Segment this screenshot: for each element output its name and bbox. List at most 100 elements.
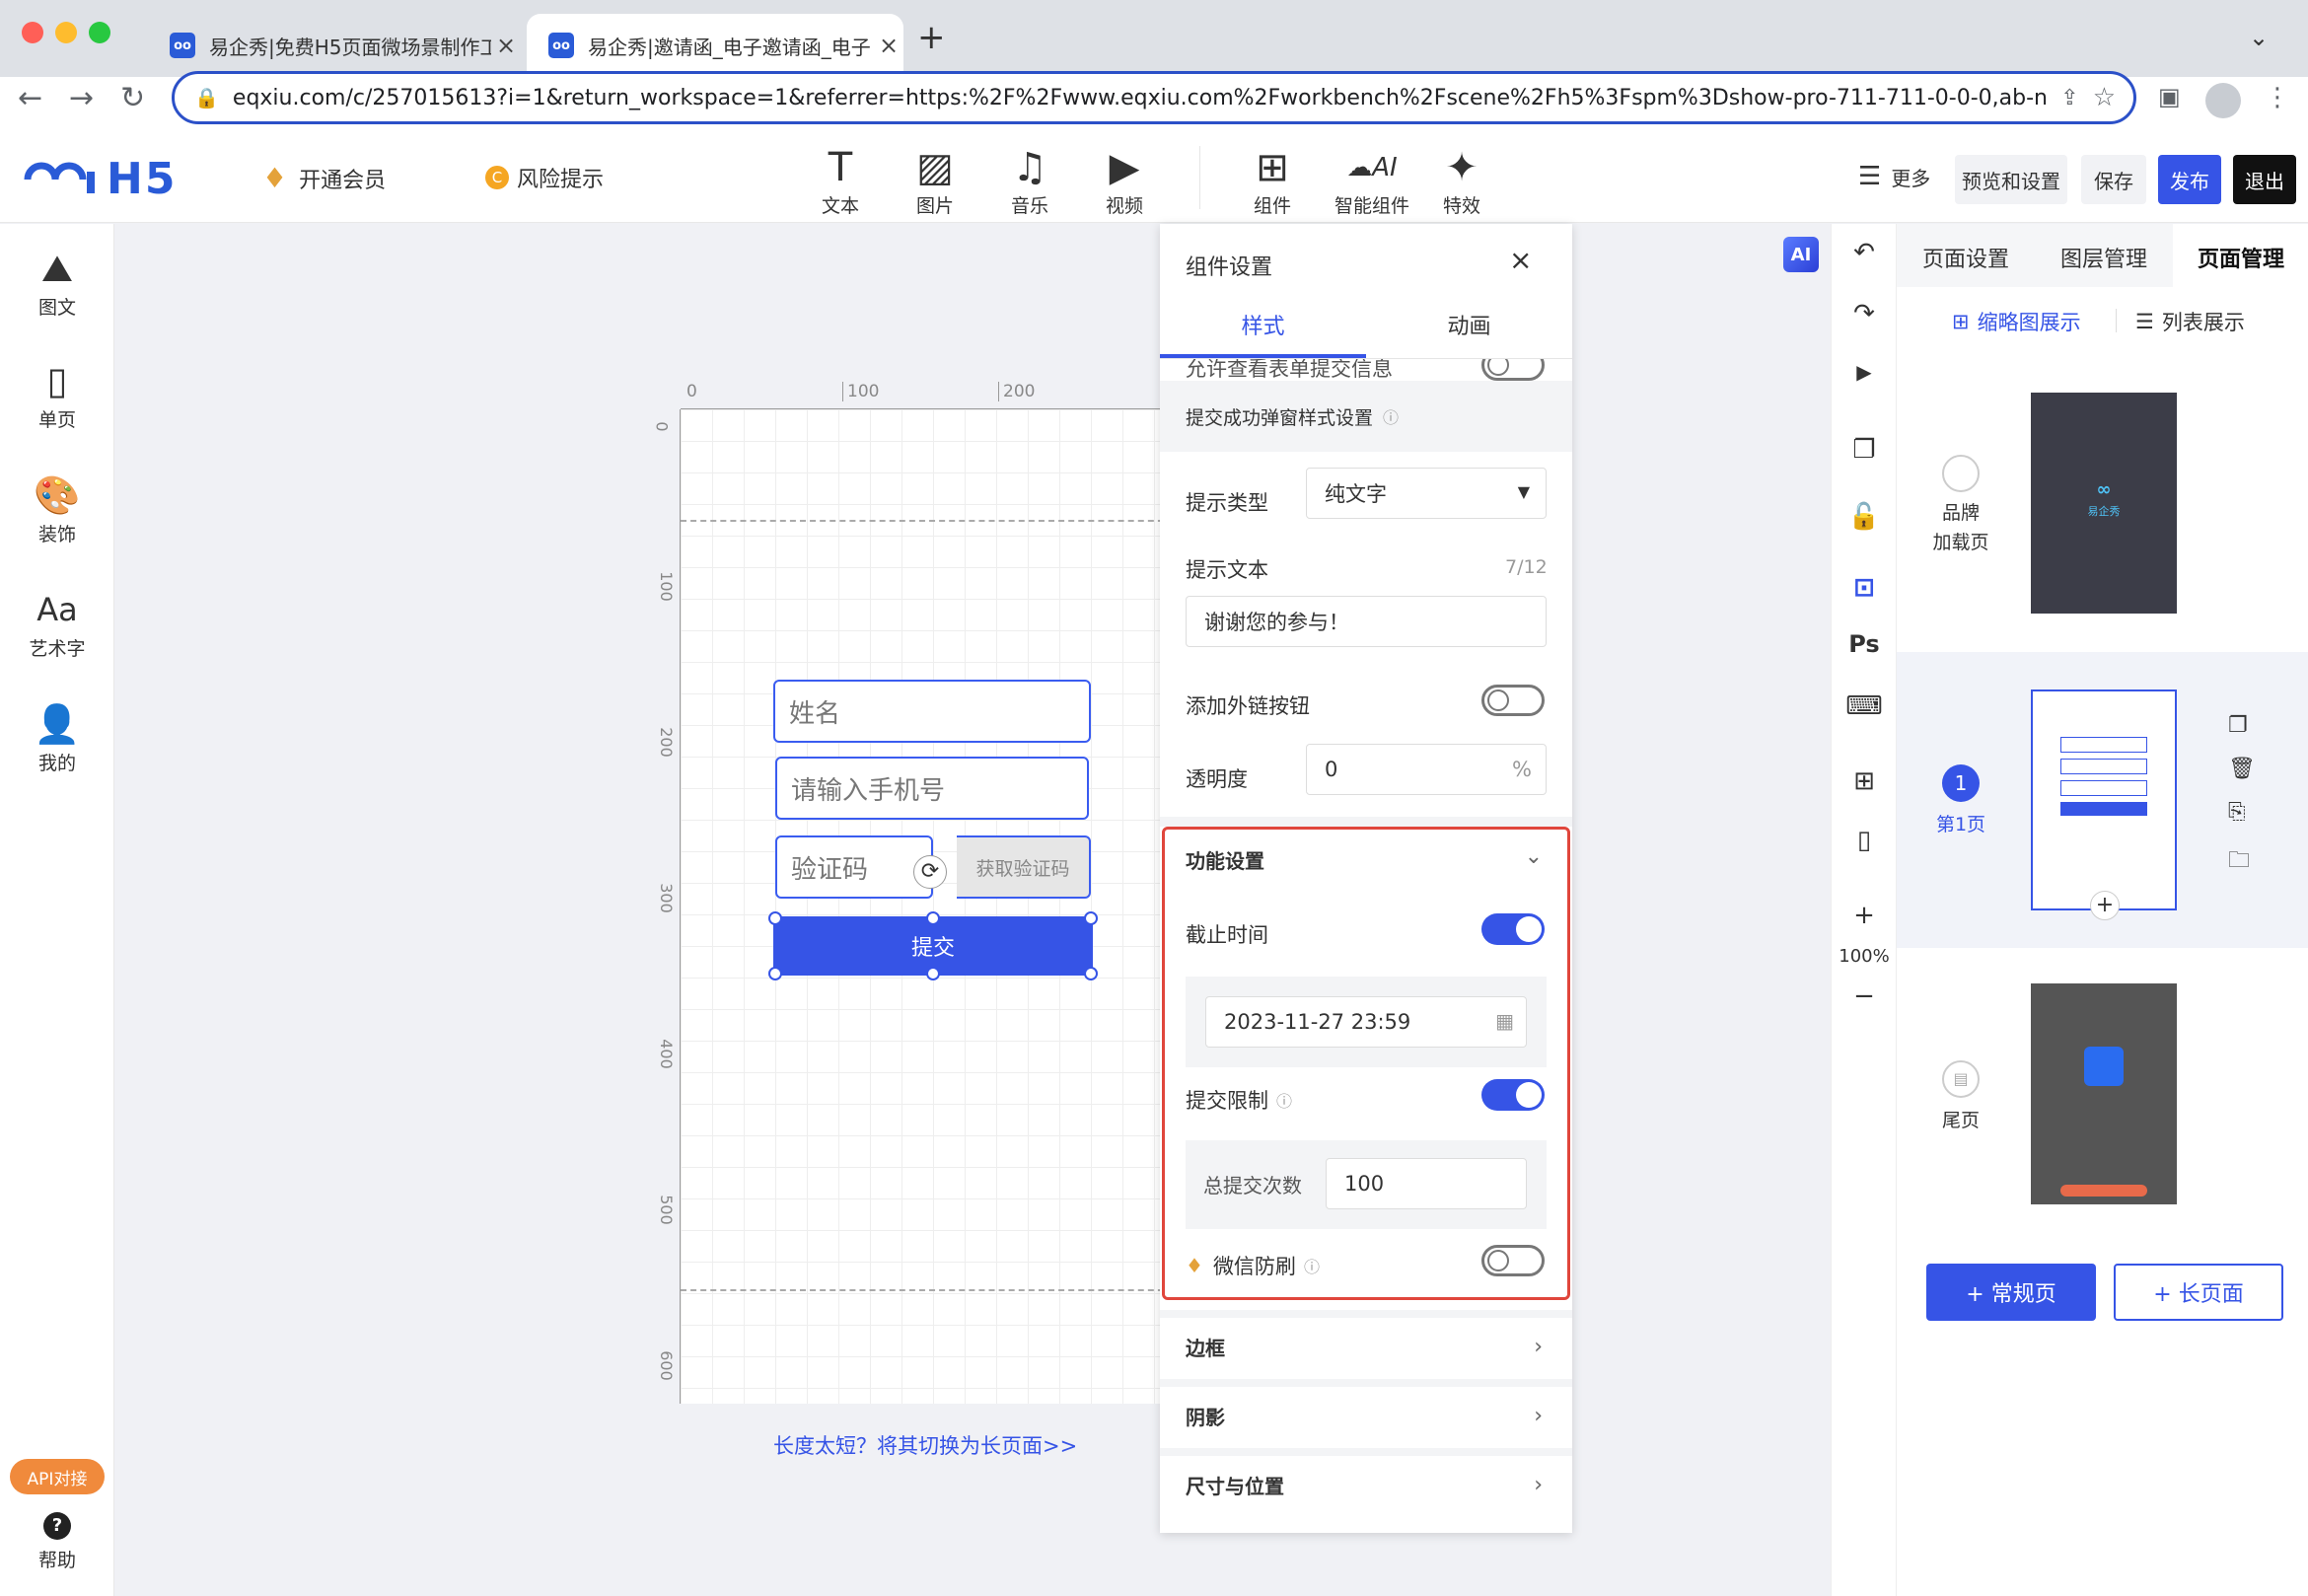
hint-text-count: 7/12: [1505, 556, 1548, 578]
forward-icon[interactable]: →: [69, 81, 94, 115]
api-button[interactable]: API对接: [10, 1459, 105, 1494]
folder-icon[interactable]: 🗀: [2228, 843, 2250, 881]
refresh-icon[interactable]: ⟳: [913, 855, 947, 889]
more-button[interactable]: ☰ 更多: [1858, 162, 1930, 191]
redo-icon[interactable]: ↷: [1832, 299, 1897, 328]
exit-button[interactable]: 退出: [2233, 155, 2296, 204]
size-position-section[interactable]: 尺寸与位置 ›: [1160, 1448, 1572, 1513]
sidebar-item-decoration[interactable]: 🎨 装饰: [0, 471, 114, 546]
profile-avatar-icon[interactable]: [2205, 83, 2241, 118]
hint-type-select[interactable]: 纯文字 ▼: [1306, 468, 1547, 519]
review-icon[interactable]: ⊡: [1832, 573, 1897, 603]
hint-text-input[interactable]: 谢谢您的参与！: [1186, 596, 1547, 647]
logo[interactable]: H5: [22, 154, 177, 204]
maximize-window-button[interactable]: [89, 22, 110, 43]
close-tab-icon[interactable]: ×: [874, 32, 903, 59]
publish-button[interactable]: 发布: [2158, 155, 2221, 204]
end-page-thumbnail[interactable]: [2031, 983, 2177, 1204]
submit-button[interactable]: 提交: [773, 916, 1093, 976]
risk-tip-button[interactable]: C 风险提示: [485, 162, 604, 193]
close-icon[interactable]: ×: [1509, 244, 1532, 276]
ext-link-toggle[interactable]: [1481, 685, 1545, 716]
tab-page-management[interactable]: 页面管理: [2173, 224, 2308, 287]
delete-page-icon[interactable]: 🗑: [2228, 757, 2256, 781]
preview-settings-button[interactable]: 预览和设置: [1955, 155, 2067, 204]
browser-tab-1[interactable]: oo 易企秀|免费H5页面微场景制作工 ×: [148, 14, 521, 77]
tab-page-settings[interactable]: 页面设置: [1897, 242, 2035, 273]
sidebar-item-image-text[interactable]: ⛰ 图文: [0, 244, 114, 320]
tool-music[interactable]: ♫ 音乐: [990, 146, 1069, 218]
resize-handle[interactable]: [1084, 967, 1098, 980]
resize-handle[interactable]: [768, 967, 782, 980]
tool-video[interactable]: ▶ 视频: [1085, 146, 1164, 218]
sidebar-item-mine[interactable]: 👤 我的: [0, 699, 114, 775]
list-view-label: 列表展示: [2161, 311, 2245, 334]
photoshop-icon[interactable]: Ps: [1832, 630, 1897, 658]
shadow-section[interactable]: 阴影 ›: [1160, 1379, 1572, 1444]
sidebar-item-single-page[interactable]: ▯ 单页: [0, 356, 114, 432]
close-window-button[interactable]: [22, 22, 43, 43]
tab-animation[interactable]: 动画: [1366, 309, 1572, 340]
resize-handle[interactable]: [926, 911, 940, 925]
border-section[interactable]: 边框 ›: [1160, 1310, 1572, 1375]
omnibox[interactable]: 🔒 eqxiu.com/c/257015613?i=1&return_works…: [172, 71, 2136, 124]
tab-search-chevron-icon[interactable]: ⌄: [2249, 24, 2269, 51]
tool-component[interactable]: ⊞ 组件: [1233, 146, 1312, 218]
sidebar-toggle-icon[interactable]: ▣: [2158, 83, 2181, 110]
duplicate-page-icon[interactable]: ❐: [2228, 713, 2248, 738]
switch-long-page-link[interactable]: 长度太短？将其切换为长页面>>: [773, 1430, 1077, 1460]
resize-handle[interactable]: [926, 967, 940, 980]
phone-input[interactable]: 请输入手机号: [775, 757, 1089, 820]
tool-effects[interactable]: ✦ 特效: [1422, 146, 1501, 218]
share-icon[interactable]: ⇪: [2060, 86, 2078, 110]
tool-image[interactable]: ▨ 图片: [896, 146, 974, 218]
allow-view-toggle[interactable]: [1481, 359, 1545, 381]
browser-menu-icon[interactable]: ⋮: [2265, 83, 2290, 112]
help-icon: ?: [43, 1512, 71, 1540]
thumbnail-view-toggle[interactable]: ⊞ 缩略图展示: [1952, 307, 2081, 336]
zoom-out-icon[interactable]: −: [1832, 981, 1897, 1011]
undo-icon[interactable]: ↶: [1832, 238, 1897, 267]
grid-icon[interactable]: ⊞: [1832, 766, 1897, 796]
sidebar-item-art-text[interactable]: Aa 艺术字: [0, 585, 114, 661]
keyboard-icon[interactable]: ⌨: [1832, 691, 1897, 721]
url-text[interactable]: eqxiu.com/c/257015613?i=1&return_workspa…: [233, 86, 2047, 110]
tab-layer-management[interactable]: 图层管理: [2035, 242, 2173, 273]
close-tab-icon[interactable]: ×: [491, 32, 521, 59]
back-icon[interactable]: ←: [18, 81, 42, 115]
add-long-page-button[interactable]: + 长页面: [2114, 1264, 2283, 1321]
vip-button[interactable]: ♦ 开通会员: [262, 162, 386, 194]
add-normal-page-button[interactable]: + 常规页: [1926, 1264, 2096, 1321]
resize-handle[interactable]: [768, 911, 782, 925]
unlock-icon[interactable]: 🔓: [1832, 502, 1897, 532]
minimize-window-button[interactable]: [55, 22, 77, 43]
copy-icon[interactable]: ❐: [1832, 435, 1897, 465]
save-button[interactable]: 保存: [2081, 155, 2146, 204]
resize-handle[interactable]: [1084, 911, 1098, 925]
ai-assistant-button[interactable]: AI: [1783, 237, 1819, 272]
code-input[interactable]: 验证码: [775, 835, 933, 899]
reload-icon[interactable]: ↻: [120, 81, 145, 115]
get-code-button[interactable]: 获取验证码: [957, 835, 1091, 899]
panel-scroll-area[interactable]: 允许查看表单提交信息 提交成功弹窗样式设置 ⓘ 提示类型 纯文字 ▼ 提示文本 …: [1160, 359, 1572, 1533]
browser-tab-2[interactable]: oo 易企秀|邀请函_电子邀请函_电子 ×: [527, 14, 903, 77]
list-view-toggle[interactable]: ☰ 列表展示: [2135, 307, 2245, 336]
page-1-thumbnail[interactable]: [2031, 689, 2177, 910]
mobile-preview-icon[interactable]: ▯: [1832, 826, 1897, 855]
page-canvas[interactable]: 姓名 请输入手机号 验证码 ⟳ 获取验证码 提交: [681, 409, 1174, 1404]
tab-style[interactable]: 样式: [1160, 309, 1366, 340]
tool-text[interactable]: T 文本: [801, 146, 880, 218]
view-divider: [2116, 309, 2117, 332]
name-input[interactable]: 姓名: [773, 680, 1091, 743]
add-page-after-icon[interactable]: +: [2090, 891, 2120, 920]
ruler-label: 100: [656, 571, 676, 602]
tool-ai-component[interactable]: ☁AI 智能组件: [1328, 146, 1416, 218]
play-preview-icon[interactable]: ▶: [1832, 360, 1897, 384]
help-button[interactable]: ? 帮助: [0, 1512, 114, 1572]
opacity-input[interactable]: 0 %: [1306, 744, 1547, 795]
zoom-in-icon[interactable]: +: [1832, 901, 1897, 930]
copy-to-icon[interactable]: ⎘: [2228, 800, 2246, 825]
brand-page-thumbnail[interactable]: ∞ 易企秀: [2031, 393, 2177, 614]
new-tab-button[interactable]: +: [917, 18, 946, 57]
bookmark-star-icon[interactable]: ☆: [2093, 83, 2116, 112]
